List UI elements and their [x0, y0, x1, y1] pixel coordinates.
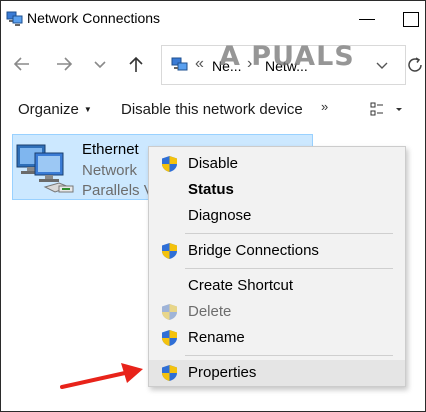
back-arrow-icon	[13, 57, 29, 71]
address-dropdown-button[interactable]	[375, 58, 389, 77]
window: Network Connections « Ne... › Netw... A …	[0, 0, 426, 412]
network-connections-icon	[171, 57, 189, 78]
menu-item-label: Properties	[188, 364, 257, 381]
organize-label: Organize	[18, 101, 79, 118]
uac-shield-icon	[161, 155, 178, 178]
uac-shield-icon	[161, 364, 178, 387]
connection-device: Parallels Vi	[82, 182, 157, 199]
caret-down-icon: ▼	[83, 105, 92, 114]
recent-locations-button[interactable]	[85, 49, 115, 79]
forward-button[interactable]	[50, 49, 80, 79]
minimize-button[interactable]	[344, 1, 390, 39]
menu-item-bridge-connections[interactable]: Bridge Connections	[149, 238, 405, 264]
menu-item-label: Diagnose	[188, 207, 252, 224]
navigation-bar: « Ne... › Netw...	[1, 41, 425, 87]
chevron-down-icon	[376, 62, 388, 69]
breadcrumb-separator-icon: «	[195, 55, 204, 72]
refresh-button[interactable]	[406, 55, 425, 75]
uac-shield-icon	[161, 303, 178, 326]
command-bar: Organize ▼ Disable this network device »	[1, 89, 425, 131]
menu-item-label: Disable	[188, 155, 239, 172]
disable-device-button[interactable]: Disable this network device	[121, 101, 303, 118]
maximize-button[interactable]	[393, 1, 425, 39]
menu-separator	[185, 268, 393, 269]
menu-item-label: Delete	[188, 303, 232, 320]
menu-item-label: Create Shortcut	[188, 277, 294, 294]
window-title: Network Connections	[27, 10, 161, 26]
connection-name: Ethernet	[82, 141, 139, 158]
connection-status: Network	[82, 162, 138, 179]
menu-item-status[interactable]: Status	[149, 177, 405, 203]
organize-menu-button[interactable]: Organize ▼	[18, 101, 92, 118]
menu-item-create-shortcut[interactable]: Create Shortcut	[149, 273, 405, 299]
more-commands-button[interactable]: »	[321, 99, 328, 114]
menu-item-delete: Delete	[149, 299, 405, 325]
menu-item-label: Bridge Connections	[188, 242, 319, 259]
back-button[interactable]	[9, 49, 39, 79]
title-bar: Network Connections	[1, 1, 425, 39]
disable-device-label: Disable this network device	[121, 101, 303, 118]
menu-item-diagnose[interactable]: Diagnose	[149, 203, 405, 229]
view-options-icon	[370, 102, 402, 116]
context-menu: Disable Status Diagnose Bridge Connectio…	[148, 146, 406, 387]
minimize-icon	[359, 19, 375, 20]
uac-shield-icon	[161, 329, 178, 352]
watermark: A PUALS	[219, 41, 355, 72]
menu-separator	[185, 355, 393, 356]
menu-separator	[185, 233, 393, 234]
menu-item-rename[interactable]: Rename	[149, 325, 405, 351]
menu-item-properties[interactable]: Properties	[149, 360, 405, 386]
menu-item-label: Rename	[188, 329, 245, 346]
red-arrow-icon	[59, 361, 145, 396]
maximize-icon	[403, 12, 419, 27]
network-connections-app-icon	[6, 11, 23, 27]
up-button[interactable]	[121, 49, 151, 79]
uac-shield-icon	[161, 242, 178, 265]
refresh-icon	[408, 57, 422, 72]
forward-arrow-icon	[57, 57, 73, 71]
ethernet-adapter-icon	[15, 139, 77, 202]
menu-item-disable[interactable]: Disable	[149, 151, 405, 177]
change-view-button[interactable]	[367, 101, 407, 119]
menu-item-label: Status	[188, 181, 234, 198]
up-arrow-icon	[129, 56, 143, 72]
chevron-down-icon	[94, 61, 106, 69]
